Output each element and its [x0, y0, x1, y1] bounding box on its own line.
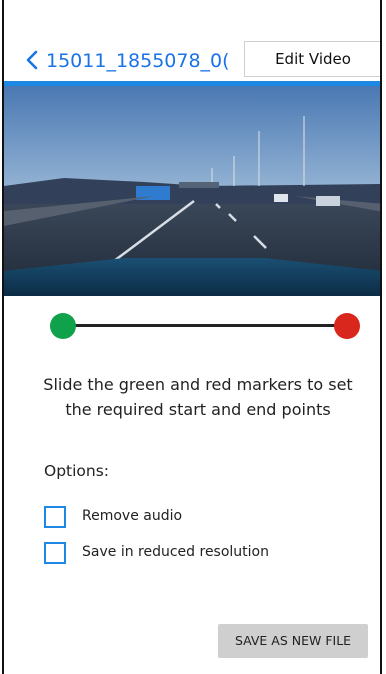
edit-video-button[interactable]: Edit Video [244, 41, 380, 77]
end-marker-handle[interactable] [334, 313, 360, 339]
dashcam-frame-image [4, 86, 380, 296]
save-as-new-file-button[interactable]: SAVE AS NEW FILE [218, 624, 368, 658]
remove-audio-checkbox[interactable] [44, 506, 66, 528]
trim-slider[interactable] [50, 310, 360, 342]
remove-audio-label: Remove audio [82, 508, 183, 524]
trim-instructions: Slide the green and red markers to set t… [43, 375, 353, 419]
video-preview[interactable] [4, 86, 380, 296]
reduced-resolution-checkbox[interactable] [44, 542, 66, 564]
options-heading: Options: [44, 462, 110, 480]
edit-video-screen: 15011_1855078_0( Edit Video Slide the gr… [2, 0, 382, 674]
back-chevron-icon[interactable] [22, 50, 42, 70]
start-marker-handle[interactable] [50, 313, 76, 339]
top-bar: 15011_1855078_0( Edit Video [4, 38, 380, 82]
video-file-name: 15011_1855078_0( [46, 50, 230, 72]
trim-track [62, 324, 348, 327]
reduced-resolution-label: Save in reduced resolution [82, 544, 269, 560]
